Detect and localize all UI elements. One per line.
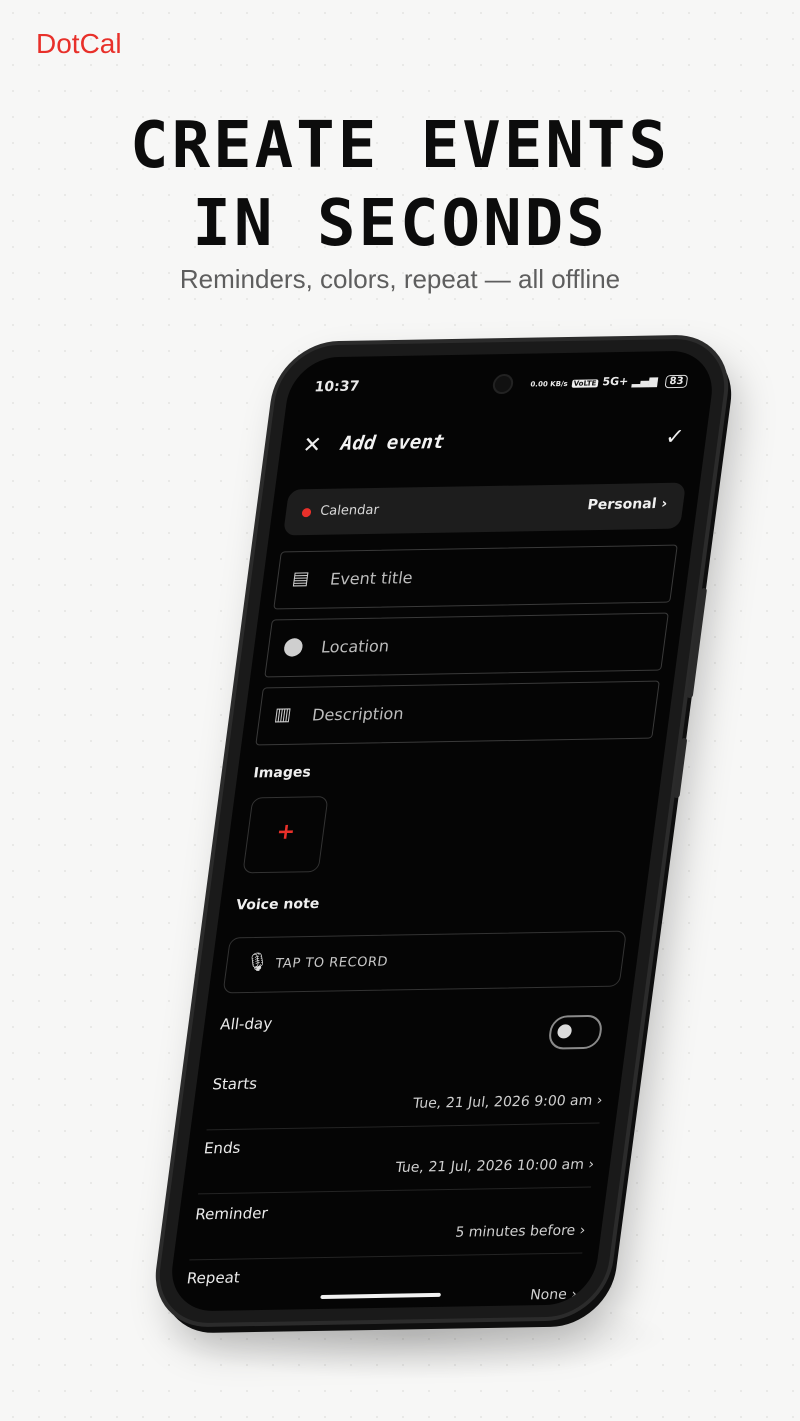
ends-row[interactable]: Ends Tue, 21 Jul, 2026 10:00 am › — [198, 1126, 600, 1195]
document-icon: ▥ — [272, 703, 293, 726]
voice-note-label: Voice note — [235, 895, 321, 914]
headline-line-2: IN SECONDS — [192, 187, 608, 261]
voice-record-label: TAP TO RECORD — [274, 954, 389, 972]
volte-badge: VoLTE — [571, 379, 599, 388]
starts-row[interactable]: Starts Tue, 21 Jul, 2026 9:00 am › — [206, 1062, 608, 1131]
phone-screen: 10:37 0.00 KB/s VoLTE 5G+ ▂▄▆ 83 ✕ Add e… — [166, 350, 718, 1312]
notes-icon: ▤ — [290, 567, 311, 590]
subtitle: Reminders, colors, repeat — all offline — [179, 264, 621, 294]
repeat-value: None › — [529, 1286, 578, 1304]
reminder-label: Reminder — [194, 1204, 269, 1224]
location-pin-icon: ⬤ — [281, 635, 305, 658]
reminder-value: 5 minutes before › — [454, 1222, 587, 1241]
description-placeholder: Description — [311, 703, 405, 725]
network-type: 5G+ — [601, 374, 630, 389]
add-image-button[interactable]: + — [242, 796, 329, 874]
app-bar: ✕ Add event ✓ — [300, 425, 685, 466]
side-button — [686, 587, 708, 699]
starts-label: Starts — [211, 1074, 259, 1094]
plus-icon: + — [274, 819, 297, 845]
microphone-icon: 🎙 — [244, 951, 270, 974]
reminder-row[interactable]: Reminder 5 minutes before › — [189, 1192, 591, 1261]
all-day-row: All-day — [215, 1003, 615, 1066]
brand-logo: DotCal — [36, 28, 122, 59]
calendar-selector[interactable]: Calendar Personal › — [282, 482, 687, 536]
images-label: Images — [252, 764, 312, 782]
net-speed: 0.00 KB/s — [529, 379, 569, 389]
all-day-label: All-day — [219, 1014, 274, 1034]
phone-mockup: 10:37 0.00 KB/s VoLTE 5G+ ▂▄▆ 83 ✕ Add e… — [152, 338, 732, 1324]
status-icons: 0.00 KB/s VoLTE 5G+ ▂▄▆ 83 — [530, 374, 689, 391]
signal-icon: ▂▄▆ — [631, 374, 659, 388]
ends-label: Ends — [202, 1138, 242, 1158]
location-field[interactable]: ⬤ Location — [264, 612, 669, 678]
status-bar: 10:37 0.00 KB/s VoLTE 5G+ ▂▄▆ 83 — [313, 373, 689, 401]
all-day-toggle[interactable] — [547, 1014, 604, 1050]
description-field[interactable]: ▥ Description — [255, 680, 660, 746]
check-icon[interactable]: ✓ — [664, 425, 686, 450]
calendar-label: Calendar — [319, 502, 380, 519]
calendar-value: Personal › — [586, 495, 669, 514]
repeat-label: Repeat — [185, 1268, 242, 1288]
side-button — [673, 737, 688, 799]
battery-icon: 83 — [664, 374, 689, 389]
status-time: 10:37 — [313, 378, 361, 396]
ends-value: Tue, 21 Jul, 2026 10:00 am › — [394, 1156, 596, 1176]
repeat-row[interactable]: Repeat None › — [181, 1257, 582, 1312]
voice-record-button[interactable]: 🎙 TAP TO RECORD — [222, 930, 627, 994]
close-icon[interactable]: ✕ — [301, 433, 323, 458]
starts-value: Tue, 21 Jul, 2026 9:00 am › — [411, 1092, 604, 1112]
event-title-field[interactable]: ▤ Event title — [273, 544, 678, 610]
calendar-color-dot — [301, 508, 312, 518]
page-title: Add event — [339, 430, 446, 455]
location-placeholder: Location — [320, 636, 391, 657]
headline-line-1: CREATE EVENTS — [130, 109, 670, 183]
event-title-placeholder: Event title — [328, 568, 414, 589]
